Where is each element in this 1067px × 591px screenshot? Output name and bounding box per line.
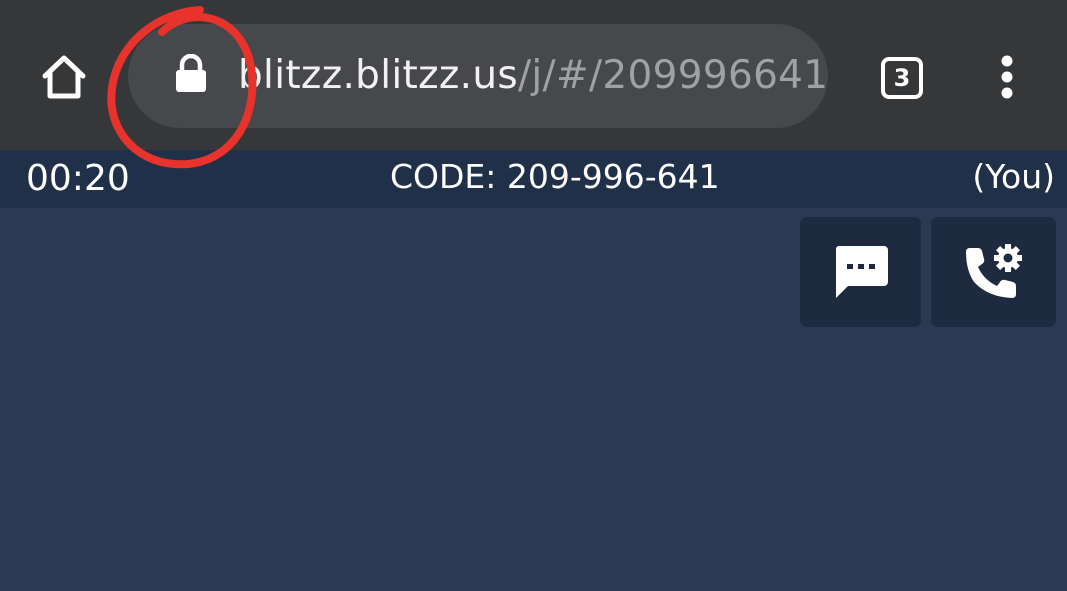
participant-label: (You) — [972, 157, 1055, 196]
home-button[interactable] — [30, 45, 98, 109]
screen: blitzz.blitzz.us/j/#/209996641 3 00:20 C… — [0, 0, 1067, 591]
more-vert-icon — [1001, 55, 1013, 99]
call-settings-button[interactable] — [931, 217, 1056, 327]
tab-switcher-button[interactable]: 3 — [874, 50, 930, 106]
call-status-bar: 00:20 CODE: 209-996-641 (You) — [0, 150, 1067, 208]
lock-icon[interactable] — [172, 54, 210, 94]
call-timer: 00:20 — [26, 158, 130, 199]
url-text[interactable]: blitzz.blitzz.us/j/#/209996641 — [238, 50, 828, 102]
chat-bubble-icon — [835, 246, 888, 298]
tab-count: 3 — [893, 64, 911, 92]
url-path: /j/#/209996641 — [517, 53, 829, 98]
url-host: blitzz.blitzz.us — [238, 53, 518, 98]
chat-button[interactable] — [800, 217, 921, 327]
more-menu-button[interactable] — [984, 48, 1030, 106]
tab-switcher-icon: 3 — [881, 57, 923, 99]
address-bar[interactable]: blitzz.blitzz.us/j/#/209996641 — [128, 24, 828, 128]
phone-settings-icon — [965, 244, 1022, 298]
home-icon — [42, 55, 86, 99]
browser-toolbar: blitzz.blitzz.us/j/#/209996641 3 — [0, 0, 1067, 150]
session-code: CODE: 209-996-641 — [390, 157, 720, 196]
